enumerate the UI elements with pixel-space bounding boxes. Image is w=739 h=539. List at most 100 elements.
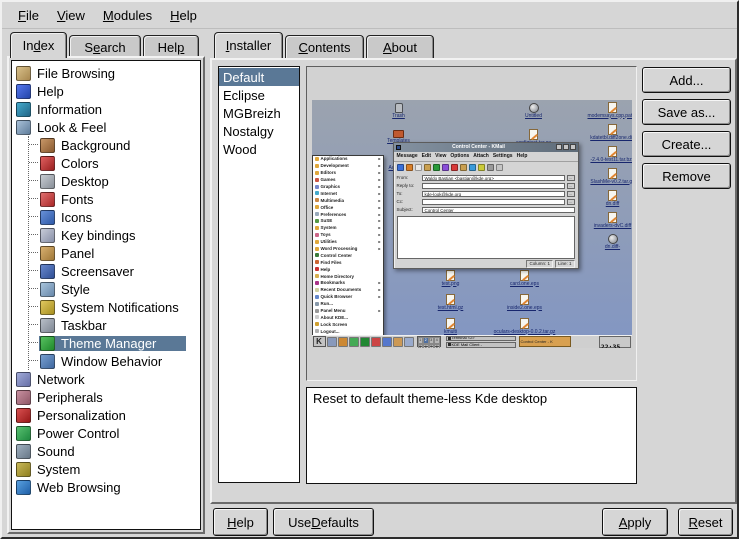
theme-list-item-default[interactable]: Default	[219, 68, 299, 86]
information-icon	[16, 102, 31, 117]
sidebar-item-desktop[interactable]: Desktop	[29, 172, 200, 190]
submenu-arrow-icon: ▸	[378, 218, 380, 223]
kmenu-item-label: Graphics	[321, 184, 341, 189]
k-menu: Applications▸Development▸Editors▸Games▸G…	[312, 155, 384, 336]
sidebar-item-file-browsing[interactable]: File Browsing	[15, 64, 200, 82]
sidebar-item-theme-manager[interactable]: Theme Manager	[29, 334, 200, 352]
kmail-field-label: To:	[397, 191, 420, 196]
sidebar-item-key-bindings[interactable]: Key bindings	[29, 226, 200, 244]
menu-bar: FileViewModulesHelp	[2, 2, 737, 29]
kmenu-item-label: Recent Documents	[321, 287, 362, 292]
sidebar-item-style[interactable]: Style	[29, 280, 200, 298]
desktop-icon-label: test.html.gz	[438, 305, 464, 311]
desktop-icon-label: invaders-dvC.diff	[594, 223, 631, 229]
kmail-statusbar: Column: 1Line: 1	[394, 260, 578, 268]
help-button[interactable]: Help	[213, 508, 268, 536]
paper-icon	[608, 124, 617, 135]
peripherals-icon	[16, 390, 31, 405]
kmail-field-reply-to: Reply to:...	[397, 182, 575, 190]
tab-contents[interactable]: Contents	[285, 35, 364, 58]
kmail-menu-message: Message	[397, 153, 418, 159]
sidebar-item-label: Theme Manager	[61, 336, 156, 351]
apply-button[interactable]: Apply	[602, 508, 668, 536]
tab-help[interactable]: Help	[143, 35, 199, 58]
toolbar-icon	[460, 164, 467, 171]
menu-help[interactable]: Help	[163, 6, 204, 25]
cd-icon	[608, 234, 618, 244]
kmail-field-subject: Subject:Control Center	[397, 206, 575, 214]
kmenu-item-preferences: Preferences▸	[313, 211, 383, 218]
theme-list-item-nostalgy[interactable]: Nostalgy	[219, 122, 299, 140]
kmenu-item-icon	[315, 212, 319, 216]
sidebar-item-web-browsing[interactable]: Web Browsing	[15, 478, 200, 496]
menu-view[interactable]: View	[50, 6, 92, 25]
desktop-icon-label: card.one.eps	[510, 281, 539, 287]
kmail-window: Control Center - KMailMessageEditViewOpt…	[393, 142, 579, 269]
toolbar-icon	[397, 164, 404, 171]
sound-icon	[16, 444, 31, 459]
submenu-arrow-icon: ▸	[378, 232, 380, 237]
system-notifications-icon	[40, 300, 55, 315]
desktop-icon-2-4-0-test11-tar-bz2: -2.4.0-test11.tar.bz2	[584, 146, 632, 163]
reset-button[interactable]: Reset	[678, 508, 733, 536]
kmail-field-label: Cc:	[397, 199, 420, 204]
theme-preview-frame: TrashTemplatesAutostartUntitledconfigtes…	[306, 66, 637, 381]
taskbar-app-icon	[360, 337, 370, 347]
sidebar-item-fonts[interactable]: Fonts	[29, 190, 200, 208]
sidebar-item-system[interactable]: System	[15, 460, 200, 478]
theme-list-item-eclipse[interactable]: Eclipse	[219, 86, 299, 104]
kmenu-item-system: System▸	[313, 224, 383, 231]
sidebar-item-background[interactable]: Background	[29, 136, 200, 154]
save-as-button[interactable]: Save as...	[642, 99, 731, 125]
taskbar-clock: 22:35	[599, 336, 631, 348]
sidebar-item-sound[interactable]: Sound	[15, 442, 200, 460]
sidebar-item-panel[interactable]: Panel	[29, 244, 200, 262]
menu-file[interactable]: File	[11, 6, 46, 25]
tab-search[interactable]: Search	[69, 35, 141, 58]
theme-list-item-wood[interactable]: Wood	[219, 140, 299, 158]
sidebar-item-peripherals[interactable]: Peripherals	[15, 388, 200, 406]
sidebar-item-look-feel[interactable]: Look & Feel	[15, 118, 200, 136]
sidebar-item-network[interactable]: Network	[15, 370, 200, 388]
kmenu-item-icon	[315, 302, 319, 306]
tab-about[interactable]: About	[366, 35, 434, 58]
help-icon	[16, 84, 31, 99]
taskbar-app-icon	[338, 337, 348, 347]
taskbar-app-icon	[327, 337, 337, 347]
kmenu-item-icon	[315, 295, 319, 299]
tab-installer[interactable]: Installer	[214, 32, 283, 58]
sidebar-item-label: Window Behavior	[61, 354, 162, 369]
task-icon	[448, 343, 451, 346]
preview-taskbar: K12345678Terminal <2>KDE Mail Client -Co…	[312, 335, 632, 348]
sidebar-item-window-behavior[interactable]: Window Behavior	[29, 352, 200, 370]
menu-modules[interactable]: Modules	[96, 6, 159, 25]
sidebar-item-label: Peripherals	[37, 390, 103, 405]
tab-index[interactable]: Index	[10, 32, 67, 58]
use-defaults-button[interactable]: Use Defaults	[273, 508, 374, 536]
sidebar-item-help[interactable]: Help	[15, 82, 200, 100]
sidebar-item-taskbar[interactable]: Taskbar	[29, 316, 200, 334]
create-button[interactable]: Create...	[642, 131, 731, 157]
kmail-field-label: Subject:	[397, 207, 420, 212]
kmail-field-from: From:Waldo Bastian <bastian@kde.org>...	[397, 174, 575, 182]
sidebar-item-icons[interactable]: Icons	[29, 208, 200, 226]
sidebar-item-colors[interactable]: Colors	[29, 154, 200, 172]
kmenu-item-label: Multimedia	[321, 198, 345, 203]
desktop-icon-card-one-eps: card.one.eps	[494, 270, 556, 287]
sidebar-item-screensaver[interactable]: Screensaver	[29, 262, 200, 280]
kmenu-item-games: Games▸	[313, 176, 383, 183]
paper-icon	[446, 270, 455, 281]
look-feel-icon	[16, 120, 31, 135]
add-button[interactable]: Add...	[642, 67, 731, 93]
remove-button[interactable]: Remove	[642, 163, 731, 189]
sidebar-item-system-notifications[interactable]: System Notifications	[29, 298, 200, 316]
theme-list-item-mgbreizh[interactable]: MGBreizh	[219, 104, 299, 122]
sidebar-item-personalization[interactable]: Personalization	[15, 406, 200, 424]
kmenu-item-icon	[315, 281, 319, 285]
theme-list: DefaultEclipseMGBreizhNostalgyWood	[218, 66, 300, 483]
sidebar-item-power-control[interactable]: Power Control	[15, 424, 200, 442]
submenu-arrow-icon: ▸	[378, 280, 380, 285]
toolbar-icon	[442, 164, 449, 171]
toolbar-icon	[478, 164, 485, 171]
sidebar-item-information[interactable]: Information	[15, 100, 200, 118]
